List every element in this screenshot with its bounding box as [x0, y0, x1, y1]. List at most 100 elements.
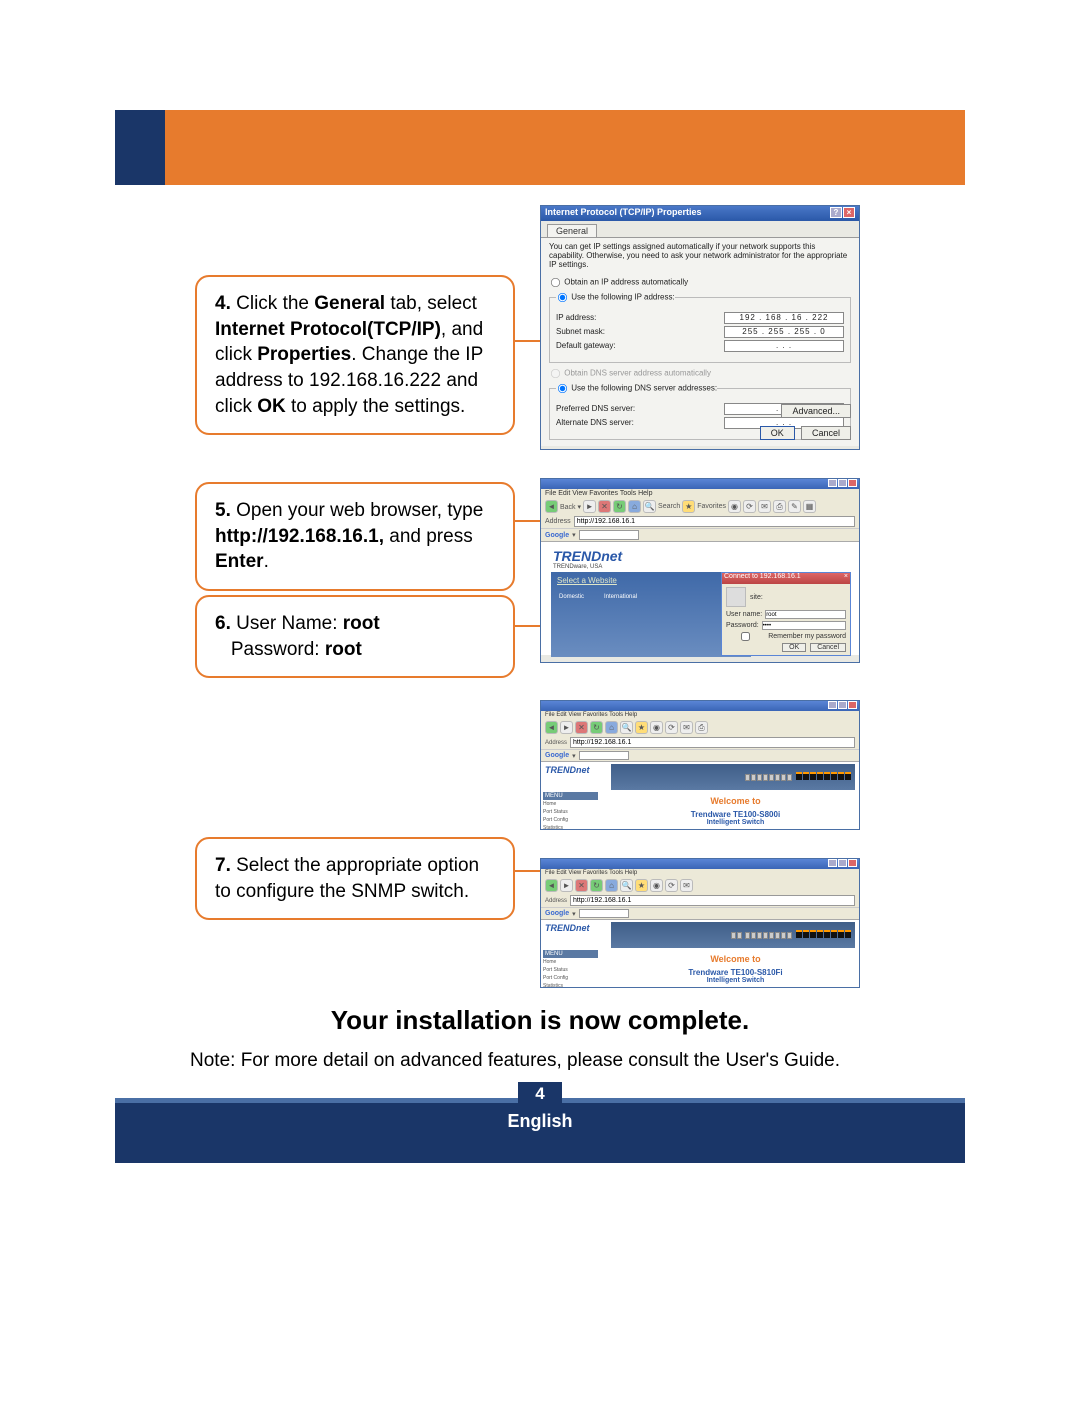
browser-chrome: File Edit View Favorites Tools Help ◄ ► … — [541, 859, 859, 920]
sidebar-item[interactable]: Port Config — [543, 816, 598, 824]
sidebar-item[interactable]: Port Status — [543, 808, 598, 816]
sidebar-item[interactable]: Port Config — [543, 974, 598, 982]
media-icon[interactable]: ◉ — [728, 500, 741, 513]
google-search-input[interactable] — [579, 530, 639, 540]
refresh-icon[interactable]: ↻ — [590, 721, 603, 734]
sidebar-item[interactable]: Port Status — [543, 966, 598, 974]
address-input[interactable] — [570, 895, 855, 906]
media-icon[interactable]: ◉ — [650, 879, 663, 892]
gateway-input[interactable]: . . . — [724, 340, 844, 352]
search-icon[interactable]: 🔍 — [643, 500, 656, 513]
stop-icon[interactable]: ✕ — [598, 500, 611, 513]
product-sub: Intelligent Switch — [616, 977, 855, 984]
minimize-icon[interactable] — [828, 479, 837, 487]
forward-icon[interactable]: ► — [583, 500, 596, 513]
ip-address-input[interactable]: 192 . 168 . 16 . 222 — [724, 312, 844, 324]
radio-use-ip[interactable]: Use the following IP address: — [556, 291, 675, 304]
tab-general[interactable]: General — [547, 224, 597, 237]
close-icon[interactable]: × — [843, 207, 855, 218]
step-4-bold-properties: Properties — [257, 344, 351, 365]
close-icon[interactable] — [848, 859, 857, 867]
auth-remember-checkbox[interactable] — [726, 632, 765, 641]
auth-keys-icon — [726, 587, 746, 607]
minimize-icon[interactable] — [828, 701, 837, 709]
refresh-icon[interactable]: ↻ — [613, 500, 626, 513]
google-search-input[interactable] — [579, 751, 629, 760]
auth-cancel-button[interactable]: Cancel — [810, 643, 846, 652]
discuss-icon[interactable]: ▦ — [803, 500, 816, 513]
mail-icon[interactable]: ✉ — [680, 721, 693, 734]
radio-use-dns[interactable]: Use the following DNS server addresses: — [556, 382, 717, 395]
address-input[interactable] — [574, 516, 855, 527]
mail-icon[interactable]: ✉ — [758, 500, 771, 513]
favorites-icon[interactable]: ★ — [635, 879, 648, 892]
forward-icon[interactable]: ► — [560, 879, 573, 892]
radio-use-ip-label: Use the following IP address: — [571, 292, 674, 301]
browser-menubar[interactable]: File Edit View Favorites Tools Help — [541, 489, 859, 498]
step-5-bold-enter: Enter — [215, 551, 264, 572]
back-icon[interactable]: ◄ — [545, 500, 558, 513]
mail-icon[interactable]: ✉ — [680, 879, 693, 892]
minimize-icon[interactable] — [828, 859, 837, 867]
advanced-button[interactable]: Advanced... — [781, 404, 851, 418]
favorites-icon[interactable]: ★ — [635, 721, 648, 734]
auth-pass-input[interactable] — [762, 621, 846, 630]
sidebar-item[interactable]: Statistics — [543, 824, 598, 830]
google-logo: Google — [545, 532, 569, 539]
step-4-text: Click the — [231, 293, 314, 314]
product-name: Trendware TE100-S800i — [616, 810, 855, 819]
switch-sidebar[interactable]: MENU Home Port Status Port Config Statis… — [543, 950, 598, 988]
edit-icon[interactable]: ✎ — [788, 500, 801, 513]
stop-icon[interactable]: ✕ — [575, 721, 588, 734]
ok-button[interactable]: OK — [760, 426, 795, 440]
note-text: Note: For more detail on advanced featur… — [190, 1050, 965, 1072]
help-icon[interactable]: ? — [830, 207, 842, 218]
step-7-box: 7. Select the appropriate option to conf… — [195, 837, 515, 920]
auth-close-icon[interactable]: × — [844, 573, 848, 584]
switch-sidebar[interactable]: MENU Home Port Status Port Config Statis… — [543, 792, 598, 830]
stop-icon[interactable]: ✕ — [575, 879, 588, 892]
sidebar-header: MENU — [543, 792, 598, 800]
maximize-icon[interactable] — [838, 479, 847, 487]
step-4-box: 4. Click the General tab, select Interne… — [195, 275, 515, 435]
print-icon[interactable]: ⎙ — [695, 721, 708, 734]
history-icon[interactable]: ⟳ — [665, 879, 678, 892]
maximize-icon[interactable] — [838, 701, 847, 709]
home-icon[interactable]: ⌂ — [628, 500, 641, 513]
cancel-button[interactable]: Cancel — [801, 426, 851, 440]
auth-user-input[interactable] — [765, 610, 846, 619]
refresh-icon[interactable]: ↻ — [590, 879, 603, 892]
back-icon[interactable]: ◄ — [545, 879, 558, 892]
radio-obtain-ip[interactable]: Obtain an IP address automatically — [549, 276, 851, 289]
search-icon[interactable]: 🔍 — [620, 879, 633, 892]
maximize-icon[interactable] — [838, 859, 847, 867]
history-icon[interactable]: ⟳ — [743, 500, 756, 513]
google-search-input[interactable] — [579, 909, 629, 918]
search-icon[interactable]: 🔍 — [620, 721, 633, 734]
close-icon[interactable] — [848, 479, 857, 487]
home-icon[interactable]: ⌂ — [605, 721, 618, 734]
home-icon[interactable]: ⌂ — [605, 879, 618, 892]
step-4-bold-general: General — [314, 293, 385, 314]
eth-group-1 — [745, 774, 792, 781]
ip-address-label: IP address: — [556, 313, 666, 322]
favorites-icon[interactable]: ★ — [682, 500, 695, 513]
switch-header — [611, 922, 855, 948]
back-icon[interactable]: ◄ — [545, 721, 558, 734]
browser-menubar[interactable]: File Edit View Favorites Tools Help — [541, 711, 859, 719]
print-icon[interactable]: ⎙ — [773, 500, 786, 513]
sidebar-item[interactable]: Statistics — [543, 982, 598, 988]
subnet-mask-input[interactable]: 255 . 255 . 255 . 0 — [724, 326, 844, 338]
media-icon[interactable]: ◉ — [650, 721, 663, 734]
browser-menubar[interactable]: File Edit View Favorites Tools Help — [541, 869, 859, 877]
col-international[interactable]: International — [604, 594, 637, 600]
sidebar-item[interactable]: Home — [543, 958, 598, 966]
address-input[interactable] — [570, 737, 855, 748]
forward-icon[interactable]: ► — [560, 721, 573, 734]
sidebar-item[interactable]: Home — [543, 800, 598, 808]
history-icon[interactable]: ⟳ — [665, 721, 678, 734]
col-domestic[interactable]: Domestic — [559, 594, 584, 600]
auth-ok-button[interactable]: OK — [782, 643, 806, 652]
browser-toolbar: ◄ Back ▾ ► ✕ ↻ ⌂ 🔍 Search ★ Favorites ◉ … — [541, 498, 859, 515]
close-icon[interactable] — [848, 701, 857, 709]
